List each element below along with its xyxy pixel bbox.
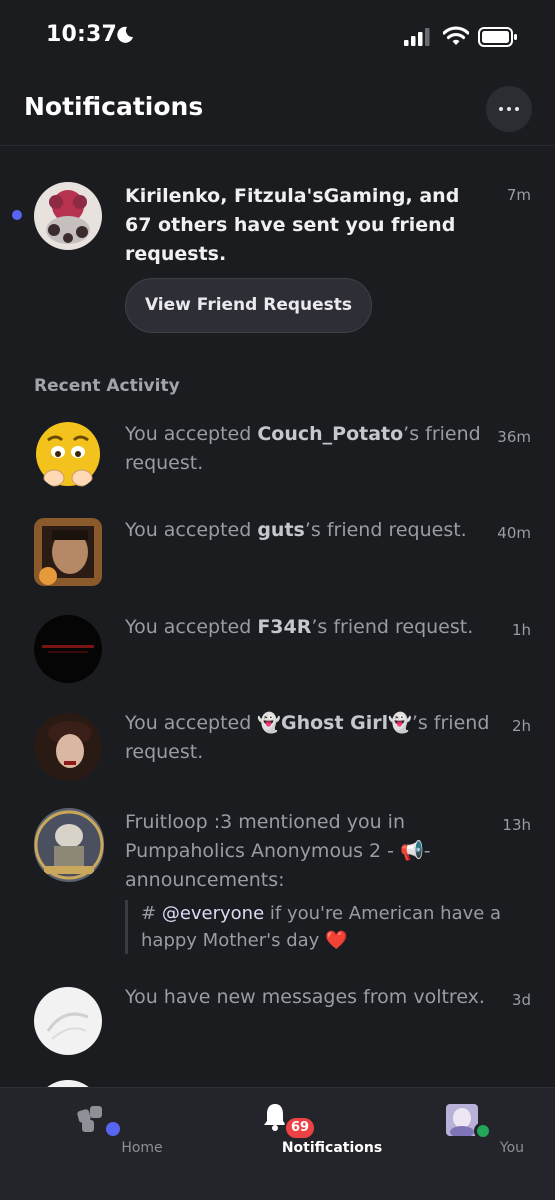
messages-text: You have new messages from voltrex. — [125, 986, 485, 1008]
list-item[interactable]: You accepted guts’s friend request. 40m — [0, 516, 555, 592]
list-item[interactable]: You accepted 👻Ghost Girl👻’s friend reque… — [0, 709, 555, 785]
timestamp: 3d — [511, 991, 531, 1009]
unread-indicator — [12, 210, 22, 220]
cellular-signal-icon — [404, 28, 430, 46]
avatar — [34, 182, 102, 250]
tab-you[interactable]: You — [412, 1088, 524, 1168]
list-item[interactable]: You accepted F34R’s friend request. 1h — [0, 613, 555, 689]
avatar — [34, 422, 102, 490]
username: 👻Ghost Girl👻 — [257, 712, 412, 734]
page-title: Notifications — [24, 92, 204, 121]
avatar — [34, 808, 104, 882]
more-dots-icon — [499, 107, 503, 111]
mention-text: Fruitloop :3 mentioned you in Pumpaholic… — [125, 811, 431, 891]
battery-icon — [478, 27, 517, 47]
list-item[interactable]: You have new messages from voltrex. 3d — [0, 983, 555, 1059]
tab-home[interactable]: Home — [42, 1088, 163, 1168]
avatar — [34, 713, 102, 781]
timestamp: 1h — [511, 621, 531, 639]
more-options-button[interactable] — [486, 86, 532, 132]
tab-you-label: You — [499, 1140, 525, 1156]
avatar — [34, 987, 102, 1055]
tab-home-label: Home — [121, 1140, 163, 1156]
unread-indicator — [104, 1120, 122, 1138]
home-servers-icon — [77, 1106, 102, 1132]
tab-notifications-label: Notifications — [281, 1140, 383, 1156]
list-item[interactable]: Fruitloop :3 mentioned you in Pumpaholic… — [0, 808, 555, 968]
timestamp: 36m — [497, 428, 531, 446]
online-status-indicator — [474, 1122, 492, 1140]
header: Notifications — [0, 72, 555, 146]
tab-notifications[interactable]: 69 Notifications — [222, 1088, 382, 1168]
timestamp: 7m — [506, 186, 531, 204]
avatar — [34, 518, 102, 586]
friend-requests-text: Kirilenko, Fitzula'sGaming, and 67 other… — [125, 185, 460, 265]
timestamp: 13h — [502, 816, 531, 834]
username: F34R — [257, 616, 312, 638]
message-quote: # @everyone if you're American have a ha… — [125, 900, 505, 954]
section-heading-recent-activity: Recent Activity — [34, 376, 180, 396]
mention-everyone: @everyone — [161, 903, 265, 924]
bottom-tab-bar: Home 69 Notifications You — [0, 1087, 555, 1200]
username: guts — [257, 519, 305, 541]
status-bar: 10:37 — [0, 0, 555, 72]
view-friend-requests-button[interactable]: View Friend Requests — [125, 278, 372, 333]
friend-requests-notification[interactable]: Kirilenko, Fitzula'sGaming, and 67 other… — [0, 150, 555, 350]
status-time: 10:37 — [46, 22, 118, 47]
username: Couch_Potato — [257, 423, 404, 445]
list-item[interactable]: You accepted Couch_Potato’s friend reque… — [0, 420, 555, 496]
notification-count-badge: 69 — [284, 1116, 317, 1140]
timestamp: 40m — [497, 524, 531, 542]
avatar — [34, 615, 102, 683]
timestamp: 2h — [511, 717, 531, 735]
do-not-disturb-moon-icon — [117, 26, 133, 43]
wifi-icon — [443, 26, 469, 45]
